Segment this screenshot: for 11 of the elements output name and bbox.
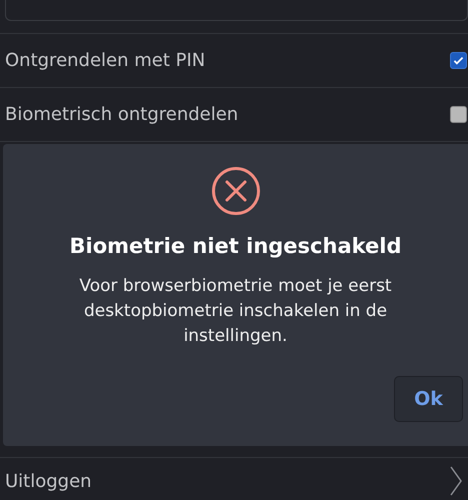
check-icon [452, 54, 465, 67]
logout-label[interactable]: Uitloggen [5, 470, 92, 492]
chevron-icon [450, 466, 462, 496]
error-icon [210, 166, 260, 216]
dialog-title: Biometrie niet ingeschakeld [69, 234, 402, 258]
setting-label: Biometrisch ontgrendelen [5, 104, 238, 125]
checkbox[interactable] [450, 106, 467, 123]
ok-button[interactable]: Ok [394, 376, 463, 422]
checkbox[interactable] [450, 52, 467, 69]
setting-label: Ontgrendelen met PIN [5, 50, 206, 71]
dialog-message: Voor browserbiometrie moet je eerst desktopbiometrie inschakelen in de instellingen. [78, 275, 393, 348]
